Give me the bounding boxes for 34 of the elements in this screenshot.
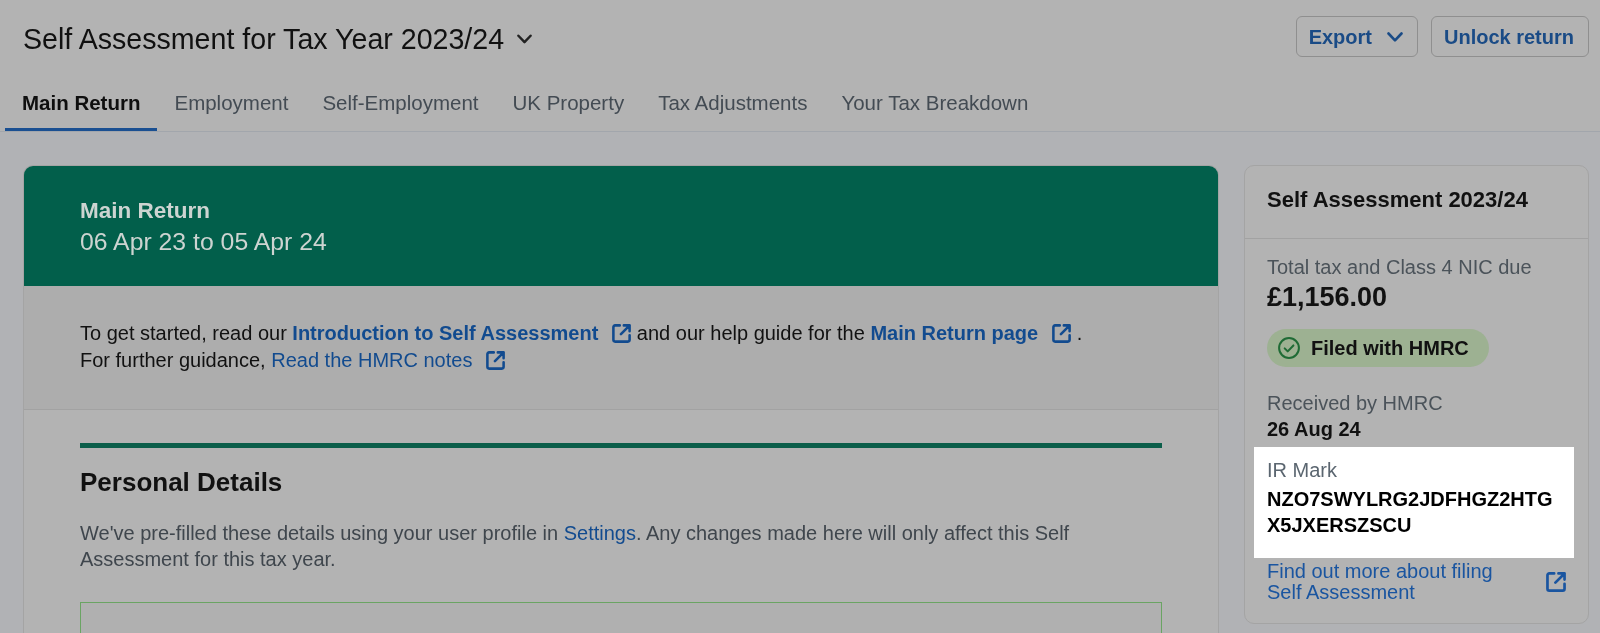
page-title: Self Assessment for Tax Year 2023/24: [23, 21, 505, 57]
status-badge: Filed with HMRC: [1267, 329, 1489, 367]
tab[interactable]: Tax Adjustments: [641, 76, 825, 131]
tab[interactable]: UK Property: [495, 76, 642, 131]
external-link-icon: [612, 324, 632, 343]
external-link-icon: [486, 351, 506, 370]
section-description: We've pre-filled these details using your user profile in Settings. Any changes made here will only affect this Self Assessment for this tax year.: [80, 521, 1071, 572]
text-link[interactable]: Read the HMRC notes: [271, 349, 506, 371]
text-link[interactable]: Introduction to Self Assessment: [292, 322, 632, 344]
card-title: Main Return: [80, 197, 211, 225]
export-button[interactable]: Export: [1295, 16, 1418, 57]
summary-title: Self Assessment 2023/24: [1267, 186, 1529, 214]
text-link[interactable]: Main Return page: [870, 322, 1072, 344]
tab[interactable]: Employment: [157, 76, 306, 131]
text-link[interactable]: Settings: [563, 522, 636, 544]
help-link[interactable]: Find out more about filing Self Assessment: [1267, 561, 1566, 603]
check-circle-icon: [1278, 337, 1300, 359]
intro-text: To get started, read our Introduction to Self Assessment and our help guide for the Main Return page . For further guidance, Read the HMRC notes: [80, 321, 1084, 373]
tab[interactable]: Main Return: [5, 76, 158, 131]
external-link-icon: [1546, 572, 1566, 592]
chevron-down-icon[interactable]: [517, 33, 533, 44]
field-label: IR Mark: [1267, 458, 1338, 483]
chevron-down-icon: [1386, 31, 1403, 42]
unlock-return-button[interactable]: Unlock return: [1430, 16, 1589, 57]
field-label: Total tax and Class 4 NIC due: [1267, 255, 1533, 280]
tab[interactable]: Your Tax Breakdown: [824, 76, 1046, 131]
tab[interactable]: Self-Employment: [305, 76, 496, 131]
external-link-icon: [1052, 324, 1072, 343]
ir-mark-value: NZO7SWYLRG2JDFHGZ2HTGX5JXERSZSCU: [1267, 487, 1554, 538]
date-text: 26 Aug 24: [1267, 417, 1362, 442]
date-range-text: 06 Apr 23 to 05 Apr 24: [80, 227, 328, 257]
section-heading: Personal Details: [80, 466, 284, 498]
amount-text: £1,156.00: [1267, 281, 1389, 314]
field-label: Received by HMRC: [1267, 391, 1444, 416]
